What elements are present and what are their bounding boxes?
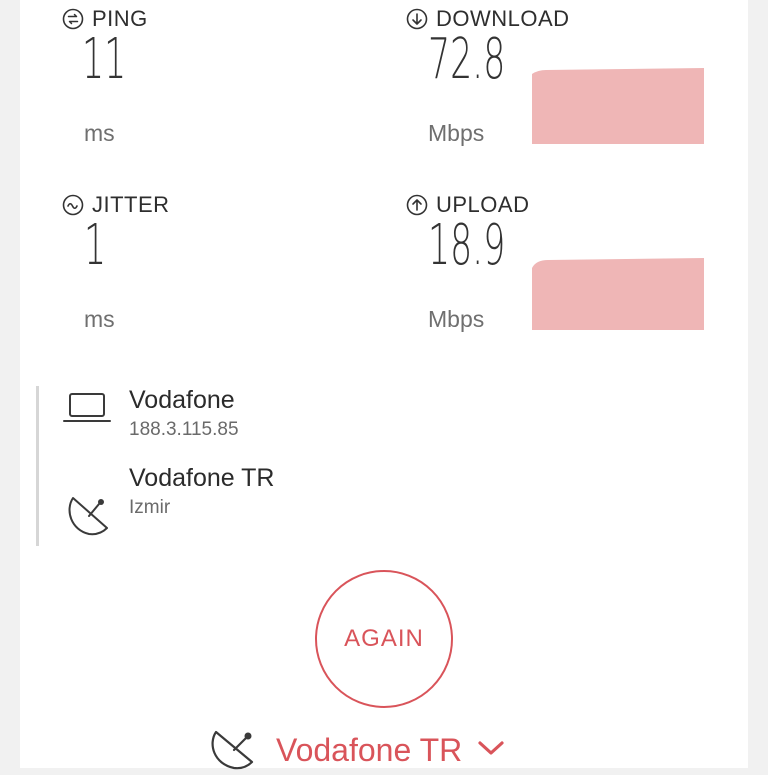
server-name: Vodafone TR — [129, 464, 275, 492]
download-speed-graph — [532, 68, 704, 144]
upload-icon — [406, 194, 428, 216]
jitter-icon — [62, 194, 84, 216]
results-card: PING 11 ms DOWNLOAD 72.8 Mbps JITTER 1 m… — [20, 0, 748, 769]
laptop-icon — [63, 390, 113, 429]
upload-value: 18.9 — [428, 213, 506, 278]
download-unit: Mbps — [428, 120, 485, 146]
chevron-down-icon — [476, 738, 506, 763]
client-ip: 188.3.115.85 — [129, 419, 239, 440]
satellite-dish-icon — [206, 726, 262, 775]
client-info: Vodafone 188.3.115.85 — [63, 386, 523, 446]
provider-name: Vodafone TR — [276, 731, 463, 768]
ping-value: 11 — [82, 27, 127, 92]
jitter-unit: ms — [84, 306, 115, 332]
client-isp: Vodafone — [129, 386, 235, 414]
server-info: Vodafone TR Izmir — [63, 464, 523, 544]
provider-selector[interactable]: Vodafone TR — [206, 728, 506, 772]
connection-info: Vodafone 188.3.115.85 Vodafone TR Izmir — [36, 386, 539, 546]
jitter-metric: JITTER 1 ms — [62, 192, 362, 342]
server-city: Izmir — [129, 497, 171, 518]
ping-metric: PING 11 ms — [62, 6, 362, 156]
download-icon — [406, 8, 428, 30]
upload-speed-graph — [532, 258, 704, 330]
download-value: 72.8 — [428, 27, 506, 92]
satellite-dish-icon — [63, 490, 113, 545]
again-label: AGAIN — [344, 625, 424, 652]
again-button[interactable]: AGAIN — [315, 570, 453, 708]
ping-unit: ms — [84, 120, 115, 146]
ping-icon — [62, 8, 84, 30]
jitter-value: 1 — [84, 213, 107, 278]
upload-unit: Mbps — [428, 306, 485, 332]
